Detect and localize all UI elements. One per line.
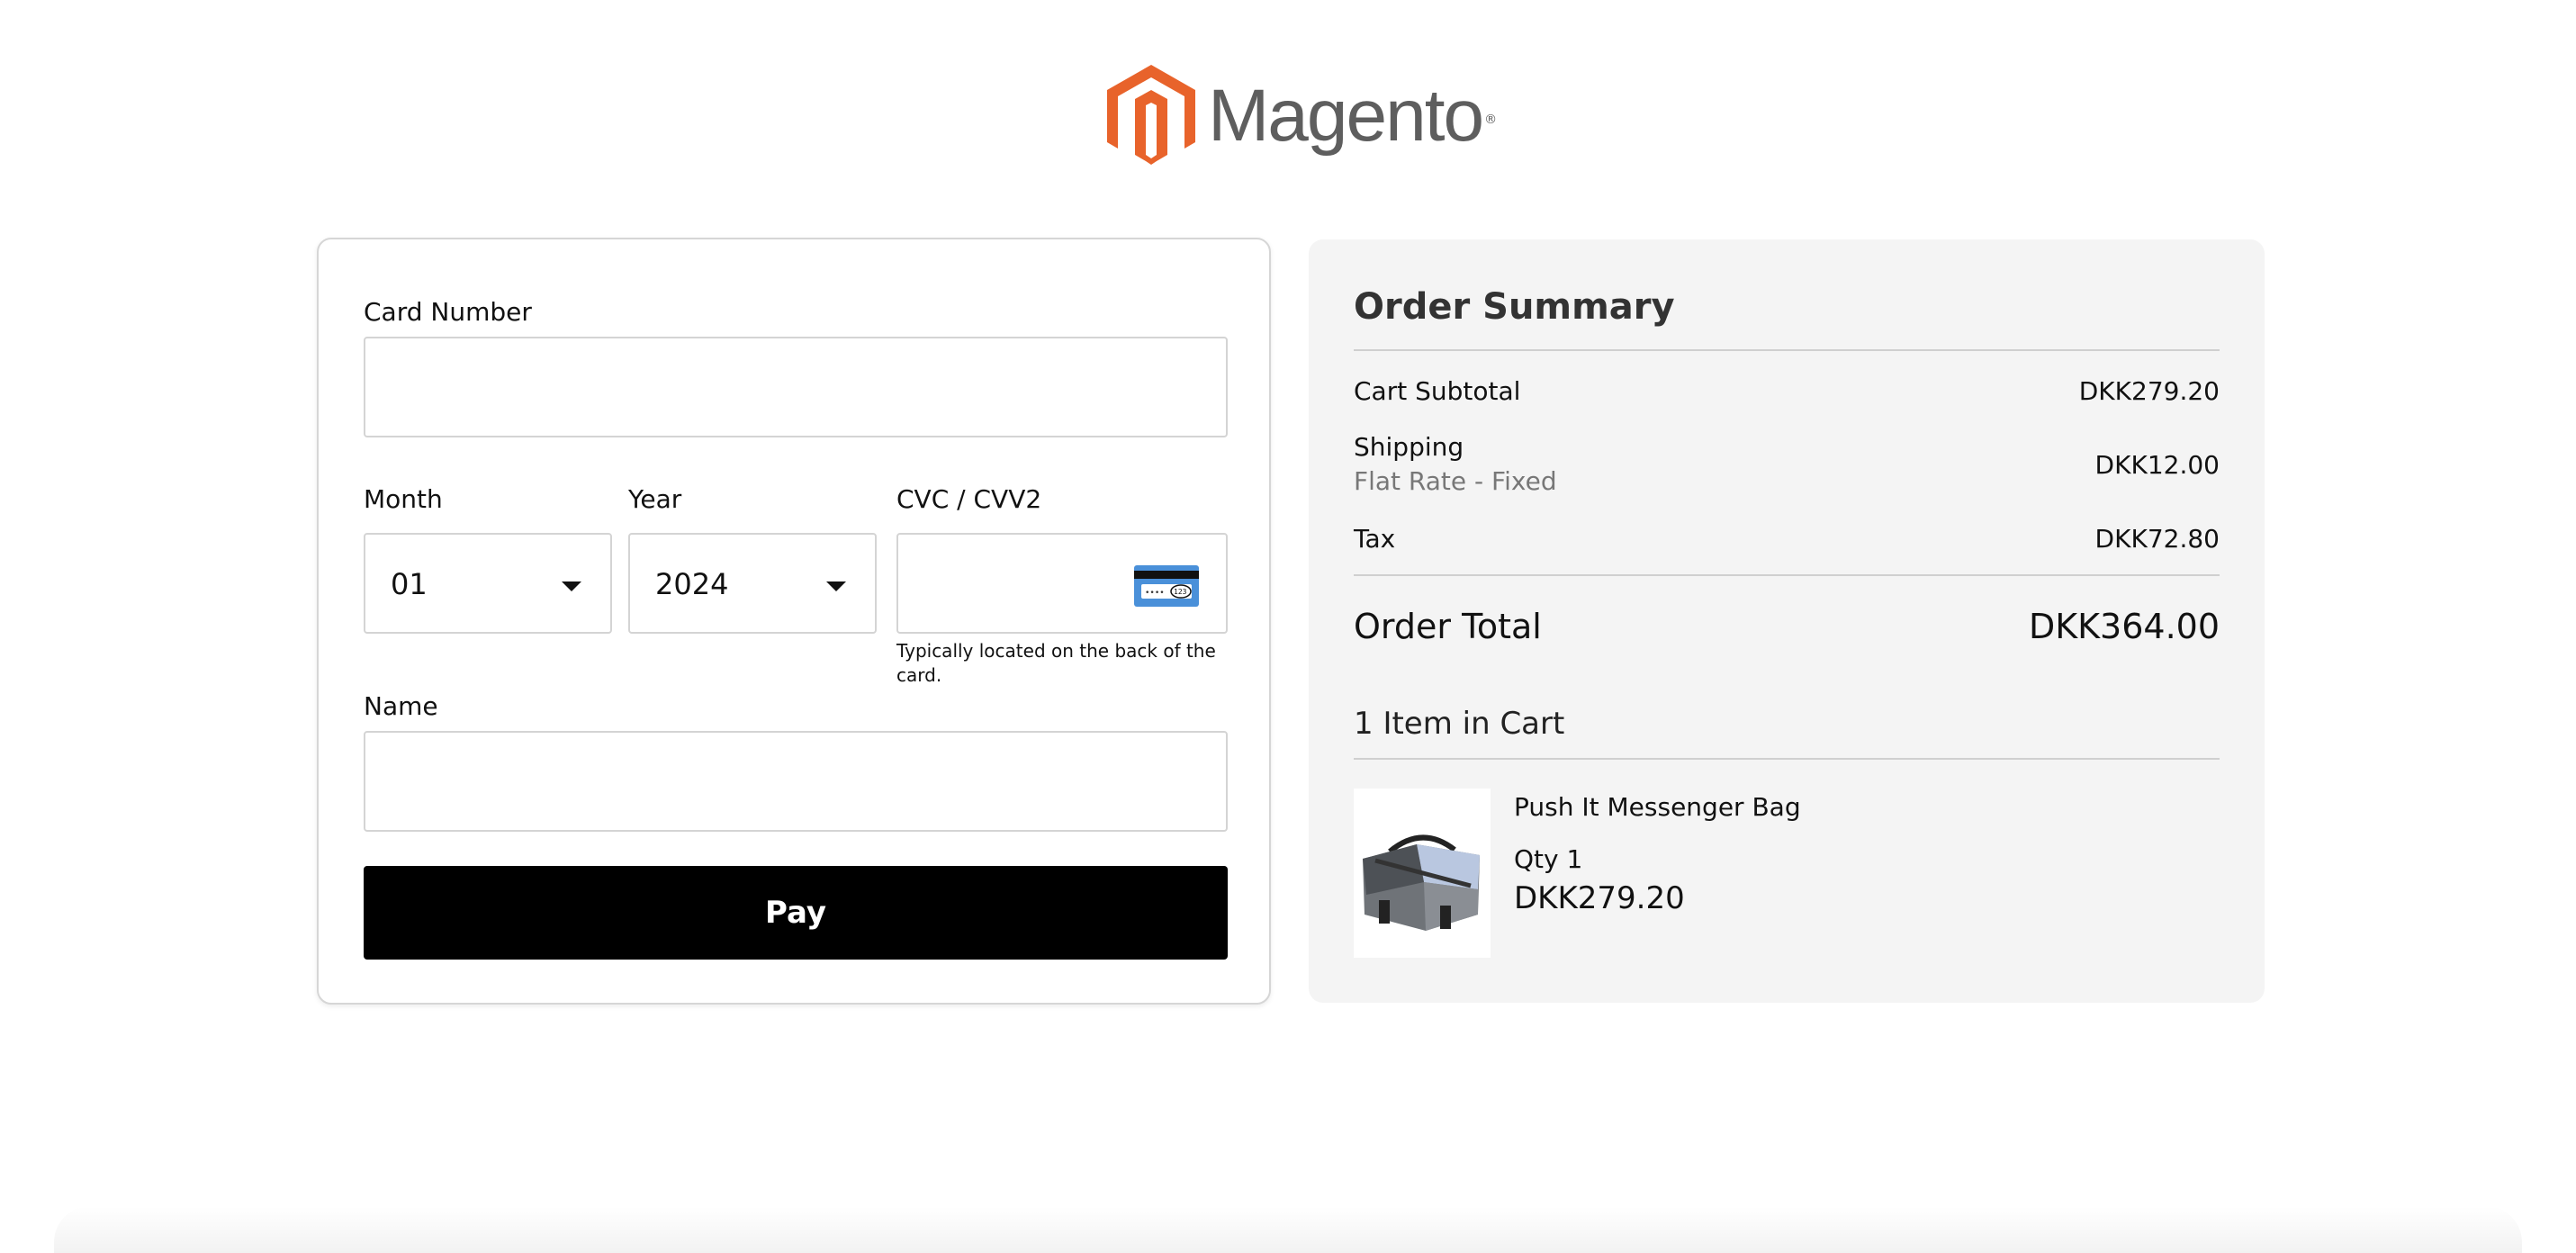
year-select[interactable]: 2024: [628, 533, 877, 634]
cvc-hint: Typically located on the back of the car…: [896, 640, 1216, 686]
bottom-shadow: [54, 1206, 2522, 1253]
logo-wordmark: Magento: [1208, 75, 1484, 157]
name-input[interactable]: [364, 731, 1228, 832]
month-label: Month: [364, 484, 443, 514]
tax-value: DKK72.80: [2094, 524, 2220, 554]
messenger-bag-image: [1354, 789, 1491, 958]
shipping-value: DKK12.00: [2094, 450, 2220, 480]
product-name: Push It Messenger Bag: [1514, 792, 1801, 822]
product-qty: Qty 1: [1514, 844, 1583, 874]
card-back-cvc-icon: •••• 123: [1134, 565, 1199, 607]
summary-divider: [1354, 574, 2220, 576]
year-selected-value: 2024: [655, 567, 729, 601]
order-total-value: DKK364.00: [2028, 607, 2220, 646]
cart-subtotal-label: Cart Subtotal: [1354, 376, 1521, 406]
magento-logo: Magento ®: [1107, 65, 1497, 167]
summary-divider: [1354, 758, 2220, 760]
svg-text:123: 123: [1174, 588, 1187, 596]
items-in-cart-count: 1 Item in Cart: [1354, 706, 1565, 742]
messenger-bag-image-graphic: [1354, 789, 1491, 958]
logo-registered-mark: ®: [1484, 113, 1498, 127]
card-number-input[interactable]: [364, 337, 1228, 437]
summary-divider: [1354, 349, 2220, 351]
cart-subtotal-value: DKK279.20: [2078, 376, 2220, 406]
chevron-down-icon: [826, 581, 846, 591]
name-label: Name: [364, 691, 438, 721]
cvc-label: CVC / CVV2: [896, 484, 1042, 514]
order-summary: Order Summary Cart Subtotal DKK279.20 Sh…: [1309, 239, 2265, 1003]
order-total-label: Order Total: [1354, 607, 1542, 646]
shipping-label: Shipping: [1354, 432, 1464, 462]
month-select[interactable]: 01: [364, 533, 612, 634]
year-label: Year: [628, 484, 682, 514]
magento-logo-icon: [1107, 65, 1195, 165]
product-price: DKK279.20: [1514, 880, 1685, 916]
shipping-method: Flat Rate - Fixed: [1354, 466, 1557, 496]
payment-form: Card Number Month 01 Year 2024 CVC / CVV…: [317, 238, 1271, 1005]
chevron-down-icon: [562, 581, 581, 591]
cvc-input[interactable]: •••• 123: [896, 533, 1228, 634]
checkout-page: Magento ® Card Number Month 01 Year 2024…: [0, 0, 2576, 1253]
card-number-label: Card Number: [364, 297, 532, 327]
order-summary-title: Order Summary: [1354, 286, 1675, 328]
tax-label: Tax: [1354, 524, 1396, 554]
svg-text:••••: ••••: [1145, 589, 1165, 598]
pay-button[interactable]: Pay: [364, 866, 1228, 960]
month-selected-value: 01: [391, 567, 428, 601]
